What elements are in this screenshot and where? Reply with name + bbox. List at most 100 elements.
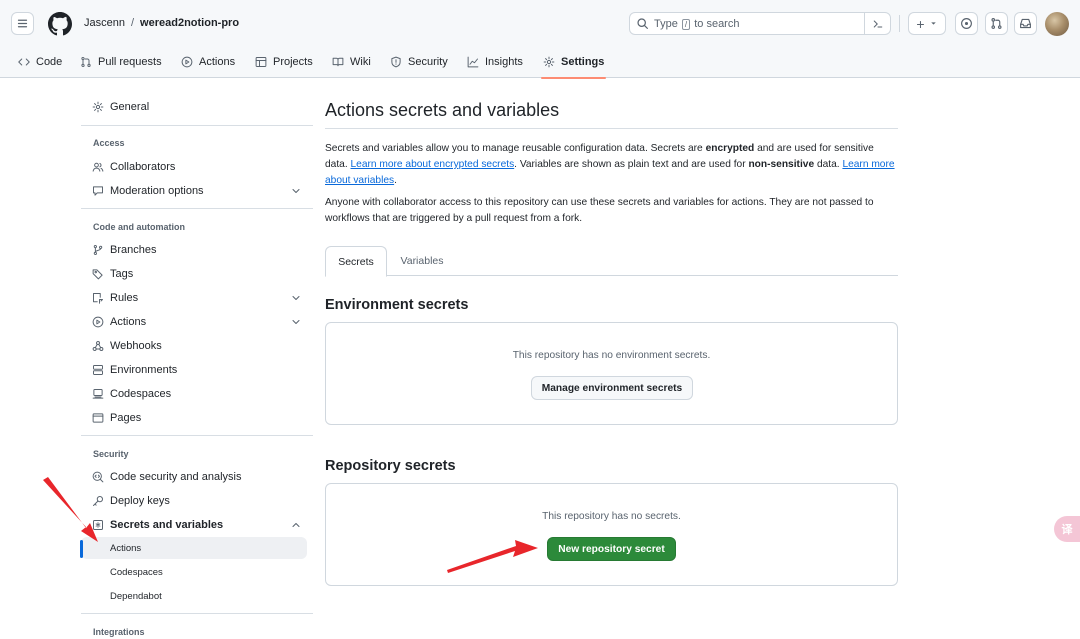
sidebar-item-label: Deploy keys: [110, 495, 170, 507]
access-paragraph: Anyone with collaborator access to this …: [325, 197, 874, 224]
breadcrumb-separator: /: [130, 17, 135, 29]
sidebar-item-label: Pages: [110, 412, 142, 424]
tab-insights[interactable]: Insights: [467, 46, 523, 78]
command-palette-button[interactable]: [864, 13, 890, 34]
graph-icon: [467, 56, 479, 68]
sidebar-heading-security: Security: [93, 449, 129, 459]
sidebar-item-collaborators[interactable]: Collaborators: [81, 156, 307, 178]
tab-code-label: Code: [36, 56, 63, 68]
sidebar-item-code-security[interactable]: Code security and analysis: [81, 466, 307, 488]
sidebar-item-secrets-and-variables[interactable]: Secrets and variables: [81, 514, 307, 536]
owner-link[interactable]: Jascenn: [84, 17, 125, 29]
sidebar-item-label: Codespaces: [110, 388, 172, 400]
repository-secrets-heading: Repository secrets: [325, 458, 456, 474]
people-icon: [92, 161, 104, 173]
selected-indicator: [80, 540, 83, 558]
tab-settings[interactable]: Settings: [540, 46, 607, 79]
tab-pull-requests[interactable]: Pull requests: [80, 46, 162, 78]
sidebar-item-label: General: [110, 101, 150, 113]
sidebar-item-environments[interactable]: Environments: [81, 359, 307, 381]
sidebar-item-label: Rules: [110, 292, 139, 304]
tab-actions[interactable]: Actions: [181, 46, 235, 78]
intro-text: Secrets and variables allow you to manag…: [325, 143, 706, 154]
sidebar-item-moderation[interactable]: Moderation options: [81, 180, 307, 202]
sidebar-item-tags[interactable]: Tags: [81, 263, 307, 285]
sidebar-item-actions[interactable]: Actions: [81, 311, 307, 333]
tab-code[interactable]: Code: [18, 46, 62, 78]
hamburger-icon: [17, 19, 28, 28]
repository-secrets-box: This repository has no secrets. New repo…: [325, 483, 898, 586]
environment-empty-message: This repository has no environment secre…: [512, 350, 711, 361]
tab-secrets[interactable]: Secrets: [325, 246, 387, 277]
tab-wiki[interactable]: Wiki: [332, 46, 371, 78]
create-new-button[interactable]: +: [908, 12, 946, 35]
pull-requests-button[interactable]: [985, 12, 1008, 35]
branch-icon: [92, 244, 104, 256]
repository-empty-message: This repository has no secrets.: [542, 511, 681, 522]
settings-sidebar: General Access Collaborators Moderation …: [81, 78, 313, 639]
sidebar-item-label: Tags: [110, 268, 134, 280]
intro-text: .: [394, 175, 397, 186]
sidebar-subitem-actions[interactable]: Actions: [81, 537, 307, 559]
avatar[interactable]: [1045, 12, 1069, 36]
tab-security[interactable]: Security: [390, 46, 448, 78]
manage-environment-secrets-button[interactable]: Manage environment secrets: [531, 376, 693, 400]
plus-icon: +: [916, 15, 925, 32]
environment-secrets-box: This repository has no environment secre…: [325, 322, 898, 425]
sidebar-item-label: Collaborators: [110, 161, 176, 173]
pull-request-icon: [81, 57, 91, 67]
pull-request-icon: [991, 18, 1002, 29]
webhook-icon: [92, 340, 104, 352]
intro-emphasis: encrypted: [705, 143, 755, 154]
chevron-down-icon: [290, 316, 302, 328]
repo-header: Jascenn / weread2notion-pro Type / to sear…: [0, 0, 1080, 79]
title-divider: [325, 128, 898, 129]
search-suffix: to search: [694, 18, 740, 30]
tab-projects[interactable]: Projects: [255, 46, 313, 78]
issues-button[interactable]: [955, 12, 978, 35]
table-icon: [255, 57, 267, 67]
github-logo-icon[interactable]: [48, 12, 72, 36]
sidebar-item-codespaces[interactable]: Codespaces: [81, 383, 307, 405]
sidebar-subitem-dependabot[interactable]: Dependabot: [81, 585, 307, 607]
sidebar-item-branches[interactable]: Branches: [81, 239, 307, 261]
issue-icon: [961, 18, 972, 29]
sidebar-item-rules[interactable]: Rules: [81, 287, 307, 309]
sidebar-heading-access: Access: [93, 138, 125, 148]
translate-widget[interactable]: 译: [1054, 516, 1080, 542]
tab-wiki-label: Wiki: [350, 56, 371, 68]
gear-icon: [543, 56, 555, 68]
sidebar-item-deploy-keys[interactable]: Deploy keys: [81, 490, 307, 512]
tab-variables[interactable]: Variables: [389, 246, 455, 276]
comment-icon: [92, 185, 104, 197]
sidebar-heading-code: Code and automation: [93, 222, 185, 232]
sidebar-divider: [81, 125, 313, 126]
play-icon: [92, 316, 104, 328]
tab-projects-label: Projects: [273, 56, 313, 68]
tab-security-label: Security: [408, 56, 448, 68]
terminal-icon: [873, 19, 882, 28]
new-repository-secret-button[interactable]: New repository secret: [547, 537, 676, 561]
breadcrumb: Jascenn / weread2notion-pro: [84, 17, 239, 29]
intro-text: data.: [814, 159, 843, 170]
page-title: Actions secrets and variables: [325, 100, 560, 120]
menu-button[interactable]: [11, 12, 34, 35]
repo-link[interactable]: weread2notion-pro: [140, 17, 239, 29]
sidebar-divider: [81, 435, 313, 436]
search-input[interactable]: Type / to search: [629, 12, 891, 35]
sidebar-item-label: Actions: [110, 316, 147, 328]
sidebar-item-general[interactable]: General: [81, 96, 307, 118]
sidebar-subitem-codespaces[interactable]: Codespaces: [81, 561, 307, 583]
sidebar-item-pages[interactable]: Pages: [81, 407, 307, 429]
tab-settings-label: Settings: [561, 56, 605, 68]
browser-icon: [92, 412, 104, 424]
search-prefix: Type: [654, 18, 678, 30]
codespaces-icon: [92, 388, 104, 400]
play-icon: [181, 56, 193, 68]
header-divider: [899, 15, 900, 32]
asterisk-icon: [92, 519, 104, 531]
chevron-down-icon: [290, 185, 302, 197]
sidebar-item-webhooks[interactable]: Webhooks: [81, 335, 307, 357]
encrypted-secrets-link[interactable]: Learn more about encrypted secrets: [351, 159, 515, 170]
inbox-button[interactable]: [1014, 12, 1037, 35]
